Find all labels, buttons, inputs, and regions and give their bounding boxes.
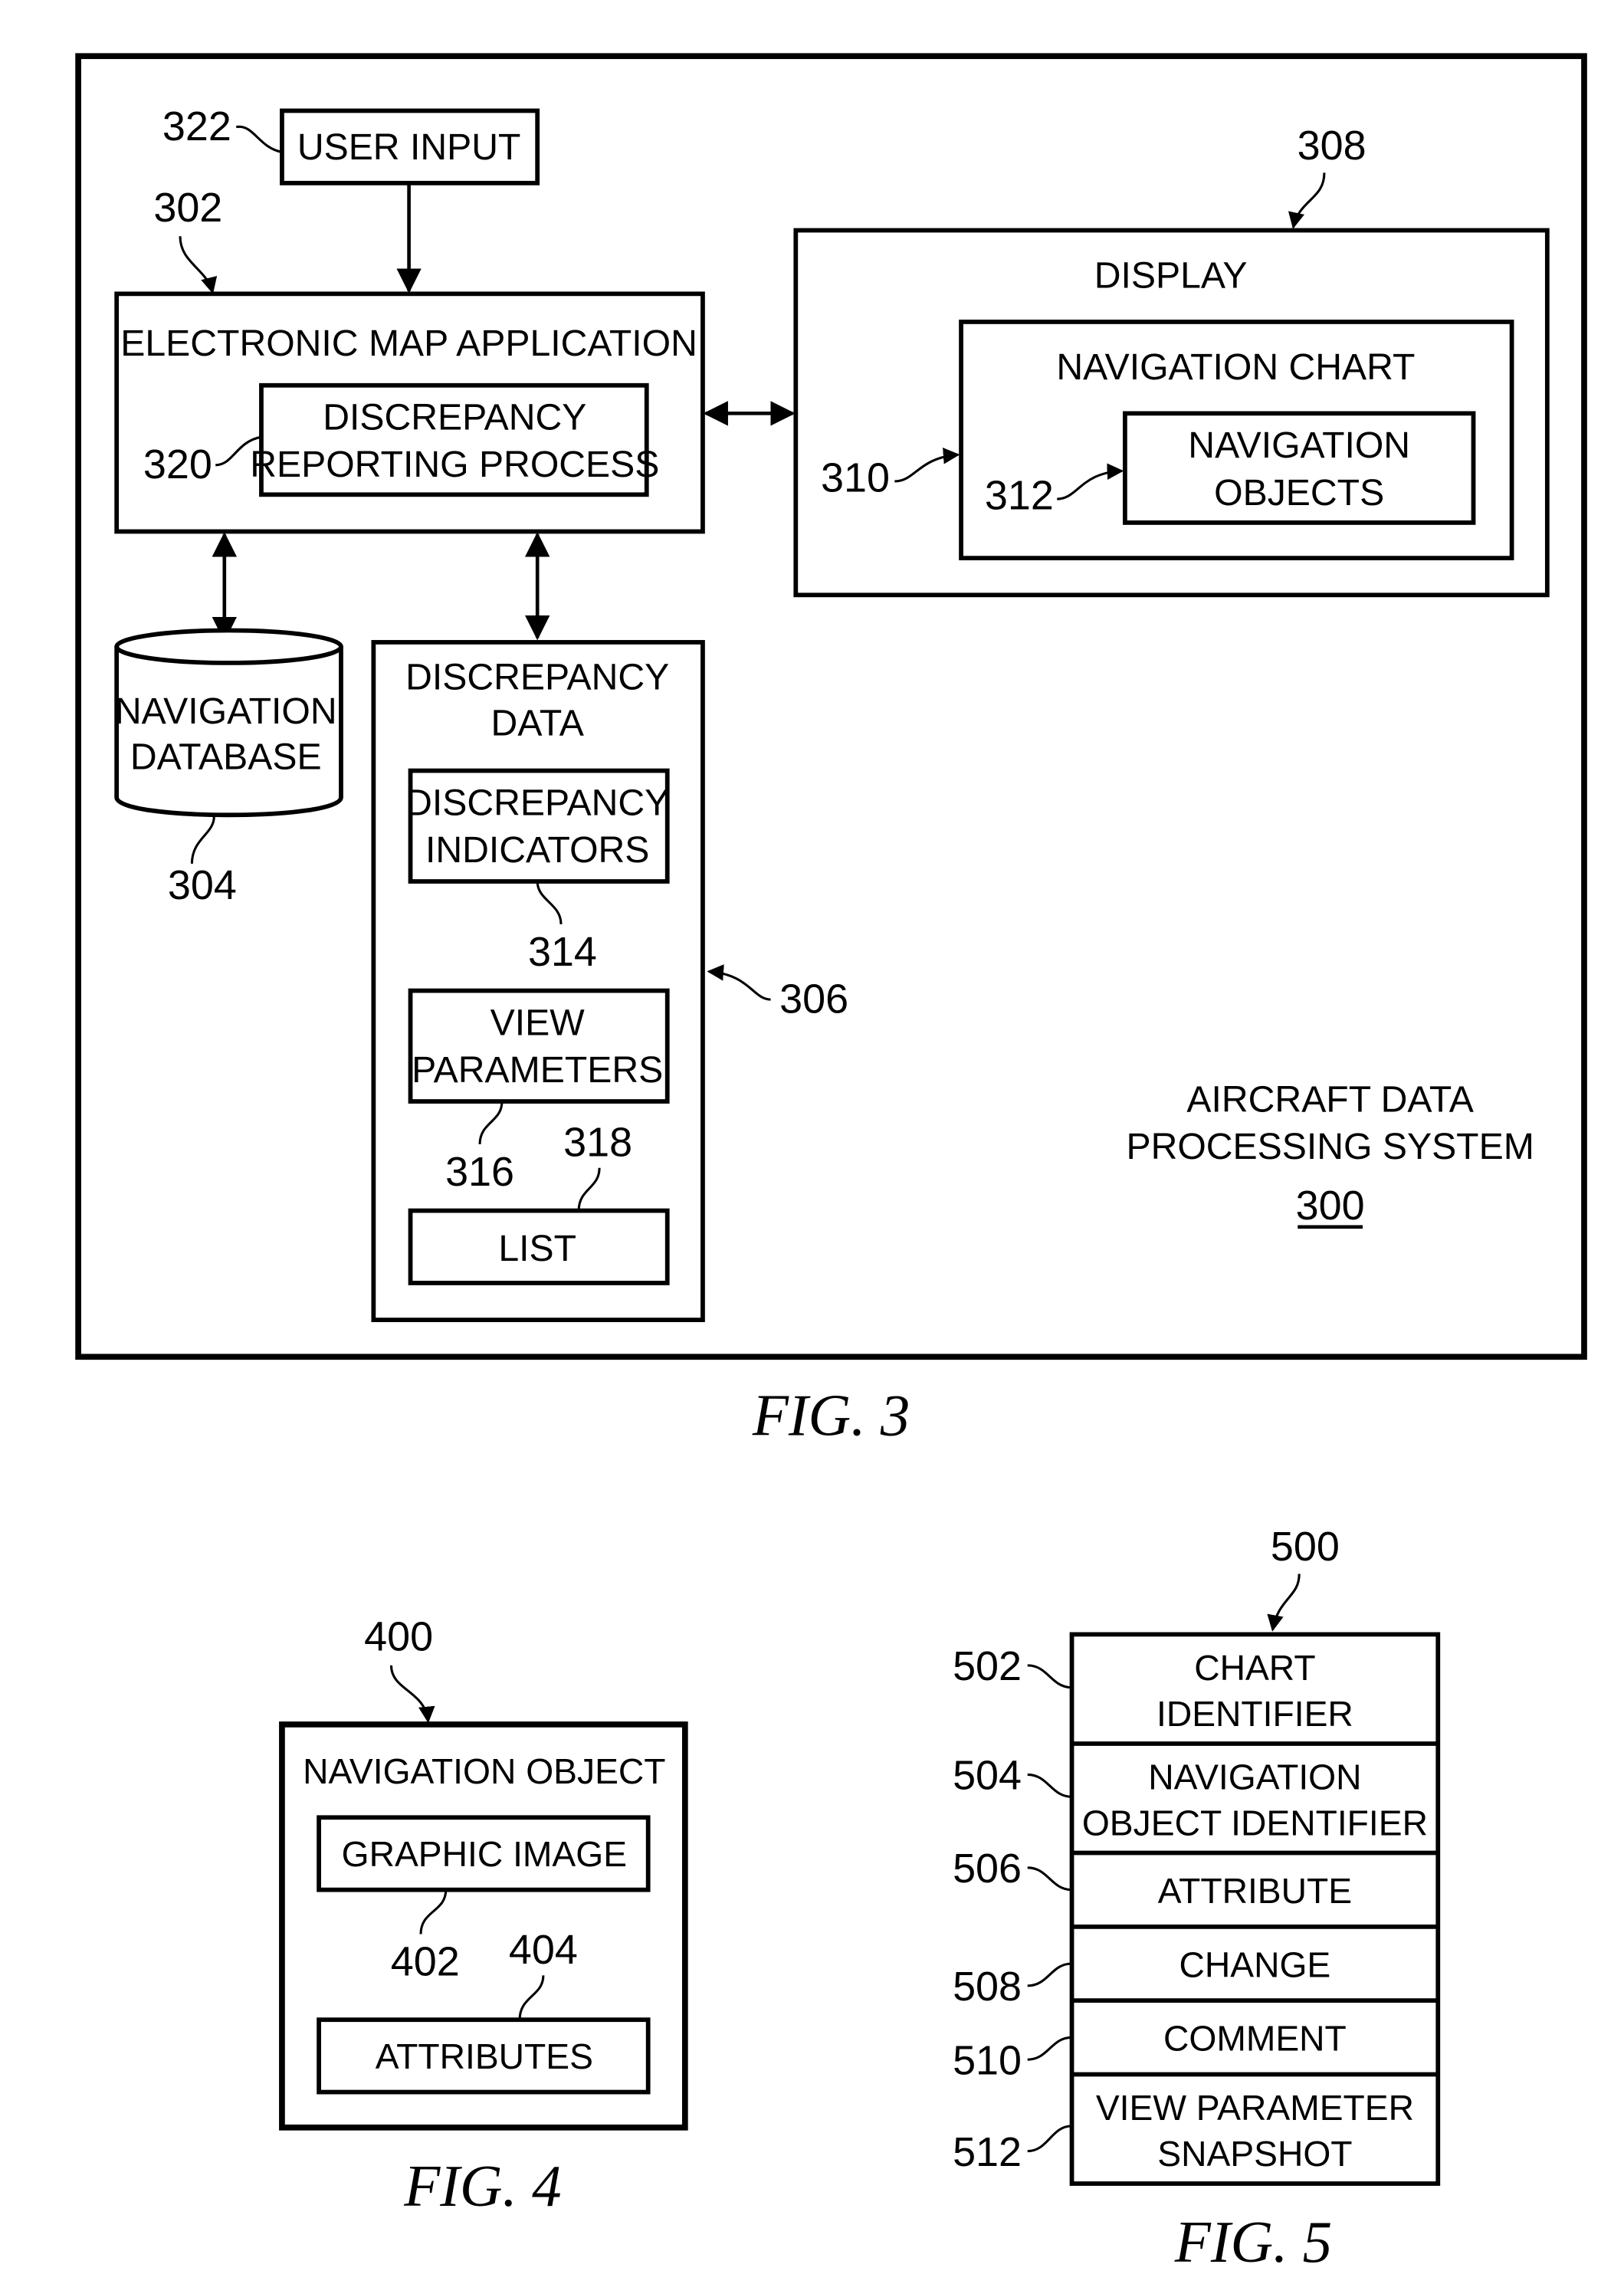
ref-318: 318 (563, 1119, 632, 1165)
record-field-leader (1027, 1866, 1072, 1892)
figure-4: 400 NAVIGATION OBJECT GRAPHIC IMAGE 402 … (279, 1614, 688, 2219)
record-field-label-line1: CHART (1194, 1648, 1315, 1688)
fig-4-caption: FIG. 4 (403, 2153, 561, 2219)
leader-500 (1267, 1574, 1301, 1632)
ref-308: 308 (1298, 123, 1366, 169)
figure-3: USER INPUT 322 ELECTRONIC MAP APPLICATIO… (75, 53, 1587, 1448)
view-parameters-line2: PARAMETERS (412, 1049, 663, 1091)
discrepancy-indicators-line2: INDICATORS (425, 829, 649, 871)
ref-500: 500 (1271, 1524, 1340, 1570)
navigation-database-cylinder-top (114, 628, 343, 665)
ref-320: 320 (143, 441, 212, 487)
system-ref-300: 300 (1296, 1183, 1365, 1229)
ref-312: 312 (985, 473, 1054, 519)
graphic-image-label: GRAPHIC IMAGE (342, 1834, 627, 1874)
fig-3-caption: FIG. 3 (752, 1382, 910, 1448)
view-parameters-line1: VIEW (490, 1002, 586, 1043)
ref-402: 402 (391, 1938, 460, 1984)
navigation-database-line2: DATABASE (130, 737, 322, 778)
navigation-objects-line2: OBJECTS (1214, 472, 1384, 514)
record-field-leader (1027, 1664, 1072, 1689)
record-field-label-line1: COMMENT (1163, 2019, 1347, 2059)
system-title-line2: PROCESSING SYSTEM (1126, 1126, 1534, 1167)
ref-404: 404 (509, 1927, 578, 1973)
record-field-label-line1: VIEW PARAMETER (1096, 2088, 1414, 2128)
navigation-chart-label: NAVIGATION CHART (1056, 346, 1415, 388)
navigation-database-line1: NAVIGATION (115, 691, 337, 732)
record-field-leader (1027, 1962, 1072, 1987)
record-field-ref: 506 (953, 1846, 1022, 1892)
figure-5: 500 CHART IDENTIFIER 502 NAVIGATION OBJECT I… (953, 1524, 1441, 2275)
user-input-label: USER INPUT (297, 126, 521, 168)
attributes-label: ATTRIBUTES (376, 2036, 593, 2076)
ref-316: 316 (445, 1149, 514, 1195)
ref-302: 302 (153, 185, 222, 231)
record-field-label-line2: IDENTIFIER (1156, 1694, 1353, 1734)
record-field-ref: 512 (953, 2129, 1022, 2175)
record-field-label-line2: OBJECT IDENTIFIER (1082, 1803, 1428, 1843)
record-field-label-line1: CHANGE (1179, 1944, 1331, 1984)
navigation-object-label: NAVIGATION OBJECT (303, 1751, 665, 1791)
leader-400 (389, 1665, 435, 1724)
record-field-label-line1: NAVIGATION (1148, 1757, 1361, 1797)
ref-304: 304 (168, 862, 237, 908)
electronic-map-application-label: ELECTRONIC MAP APPLICATION (120, 323, 697, 364)
discrepancy-reporting-process-line2: REPORTING PROCESS (250, 444, 659, 485)
discrepancy-indicators-line1: DISCREPANCY (405, 782, 669, 823)
list-label: LIST (498, 1228, 576, 1269)
ref-310: 310 (821, 455, 890, 500)
record-field-ref: 508 (953, 1964, 1022, 2010)
ref-306: 306 (779, 976, 848, 1022)
record-field-label-line2: SNAPSHOT (1157, 2134, 1352, 2174)
record-field-label-line1: ATTRIBUTE (1158, 1871, 1352, 1911)
ref-322: 322 (162, 103, 231, 149)
ref-400: 400 (364, 1614, 433, 1660)
ref-314: 314 (528, 929, 597, 975)
patent-figures-sheet: USER INPUT 322 ELECTRONIC MAP APPLICATIO… (75, 53, 1587, 2275)
discrepancy-data-line1: DISCREPANCY (405, 657, 669, 698)
display-label: DISPLAY (1094, 255, 1248, 297)
discrepancy-data-line2: DATA (491, 702, 585, 743)
fig-5-caption: FIG. 5 (1174, 2209, 1332, 2275)
system-title-line1: AIRCRAFT DATA (1186, 1079, 1474, 1121)
record-field-leader (1027, 2036, 1072, 2061)
record-field-ref: 510 (953, 2037, 1022, 2083)
record-field-ref: 504 (953, 1753, 1022, 1799)
navigation-objects-line1: NAVIGATION (1188, 425, 1410, 466)
record-field-leader (1027, 2125, 1072, 2153)
record-field-leader (1027, 1773, 1072, 1798)
record-field-ref: 502 (953, 1643, 1022, 1689)
discrepancy-reporting-process-line1: DISCREPANCY (323, 397, 586, 438)
